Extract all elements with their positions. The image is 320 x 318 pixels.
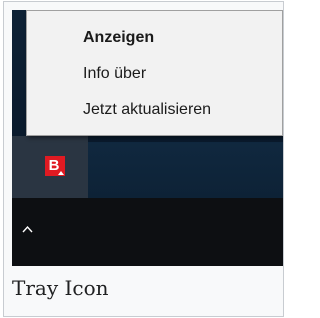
figure-caption: Tray Icon (12, 276, 109, 300)
screenshot: Anzeigen Info über Jetzt aktualisieren B (12, 10, 283, 266)
chevron-up-icon[interactable] (22, 224, 33, 235)
menu-item-anzeigen[interactable]: Anzeigen (27, 22, 282, 54)
taskbar (12, 198, 283, 266)
menu-item-jetzt-aktualisieren[interactable]: Jetzt aktualisieren (27, 94, 282, 126)
menu-item-info-ueber[interactable]: Info über (27, 58, 282, 90)
tray-icon-arrow (58, 171, 64, 175)
figure: Anzeigen Info über Jetzt aktualisieren B… (3, 1, 284, 317)
context-menu: Anzeigen Info über Jetzt aktualisieren (26, 10, 283, 136)
avira-tray-icon[interactable]: B (45, 156, 65, 176)
